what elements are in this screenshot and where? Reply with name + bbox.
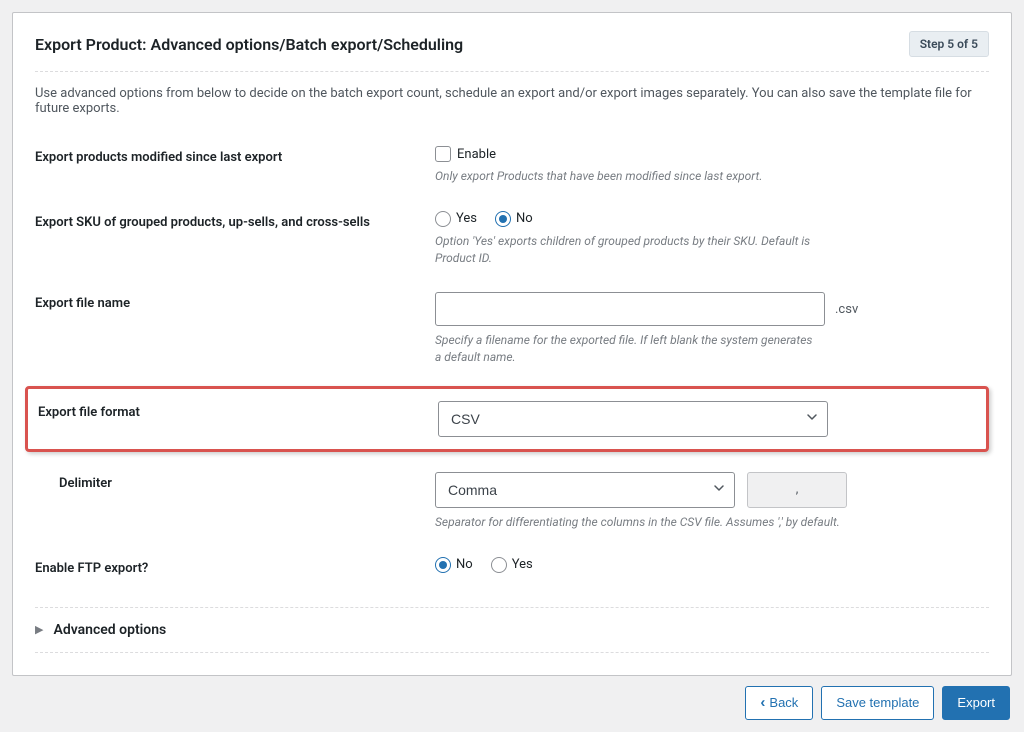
highlight-file-format: Export file format CSV	[25, 386, 989, 452]
row-sku-grouped: Export SKU of grouped products, up-sells…	[35, 201, 989, 283]
label-delimiter: Delimiter	[35, 472, 435, 491]
ftp-yes-radio[interactable]	[491, 557, 507, 573]
label-modified-since: Export products modified since last expo…	[35, 146, 435, 165]
file-name-input[interactable]	[435, 292, 825, 326]
panel-header: Export Product: Advanced options/Batch e…	[35, 31, 989, 72]
page-title: Export Product: Advanced options/Batch e…	[35, 35, 463, 54]
enable-modified-label[interactable]: Enable	[457, 147, 496, 162]
caret-right-icon: ▶	[35, 623, 43, 636]
ftp-no-label[interactable]: No	[456, 557, 473, 572]
help-file-name: Specify a filename for the exported file…	[435, 332, 815, 366]
row-file-name: Export file name .csv Specify a filename…	[35, 282, 989, 382]
footer-actions: ‹ Back Save template Export	[12, 686, 1012, 720]
back-button-label: Back	[769, 695, 798, 710]
help-modified-since: Only export Products that have been modi…	[435, 168, 815, 185]
save-template-button[interactable]: Save template	[821, 686, 934, 720]
ftp-no-radio[interactable]	[435, 557, 451, 573]
label-file-name: Export file name	[35, 292, 435, 311]
label-file-format: Export file format	[38, 401, 438, 420]
control-file-name: .csv Specify a filename for the exported…	[435, 292, 989, 366]
delimiter-select[interactable]: Comma	[435, 472, 735, 508]
step-badge: Step 5 of 5	[909, 31, 989, 57]
back-button[interactable]: ‹ Back	[745, 686, 813, 720]
file-format-select[interactable]: CSV	[438, 401, 828, 437]
row-ftp: Enable FTP export? No Yes	[35, 547, 989, 595]
export-button-label: Export	[957, 695, 995, 710]
intro-text: Use advanced options from below to decid…	[35, 86, 989, 116]
chevron-left-icon: ‹	[760, 694, 765, 711]
enable-modified-checkbox[interactable]	[435, 146, 451, 162]
control-delimiter: Comma , Separator for differentiating th…	[435, 472, 989, 531]
file-suffix: .csv	[835, 302, 858, 317]
label-ftp: Enable FTP export?	[35, 557, 435, 576]
advanced-options-toggle[interactable]: ▶ Advanced options	[35, 607, 989, 653]
export-panel: Export Product: Advanced options/Batch e…	[12, 12, 1012, 676]
sku-no-label[interactable]: No	[516, 211, 533, 226]
save-template-label: Save template	[836, 695, 919, 710]
label-sku-grouped: Export SKU of grouped products, up-sells…	[35, 211, 435, 230]
row-modified-since: Export products modified since last expo…	[35, 136, 989, 201]
control-modified-since: Enable Only export Products that have be…	[435, 146, 989, 185]
control-file-format: CSV	[438, 401, 976, 437]
help-delimiter: Separator for differentiating the column…	[435, 514, 989, 531]
row-delimiter: Delimiter Comma , Separator for differen…	[35, 462, 989, 547]
ftp-yes-label[interactable]: Yes	[512, 557, 533, 572]
sku-yes-label[interactable]: Yes	[456, 211, 477, 226]
delimiter-char-display: ,	[747, 472, 847, 508]
control-sku-grouped: Yes No Option 'Yes' exports children of …	[435, 211, 989, 267]
help-sku-grouped: Option 'Yes' exports children of grouped…	[435, 233, 815, 267]
advanced-options-title: Advanced options	[53, 622, 166, 638]
control-ftp: No Yes	[435, 557, 989, 579]
sku-yes-radio[interactable]	[435, 211, 451, 227]
export-button[interactable]: Export	[942, 686, 1010, 720]
sku-no-radio[interactable]	[495, 211, 511, 227]
